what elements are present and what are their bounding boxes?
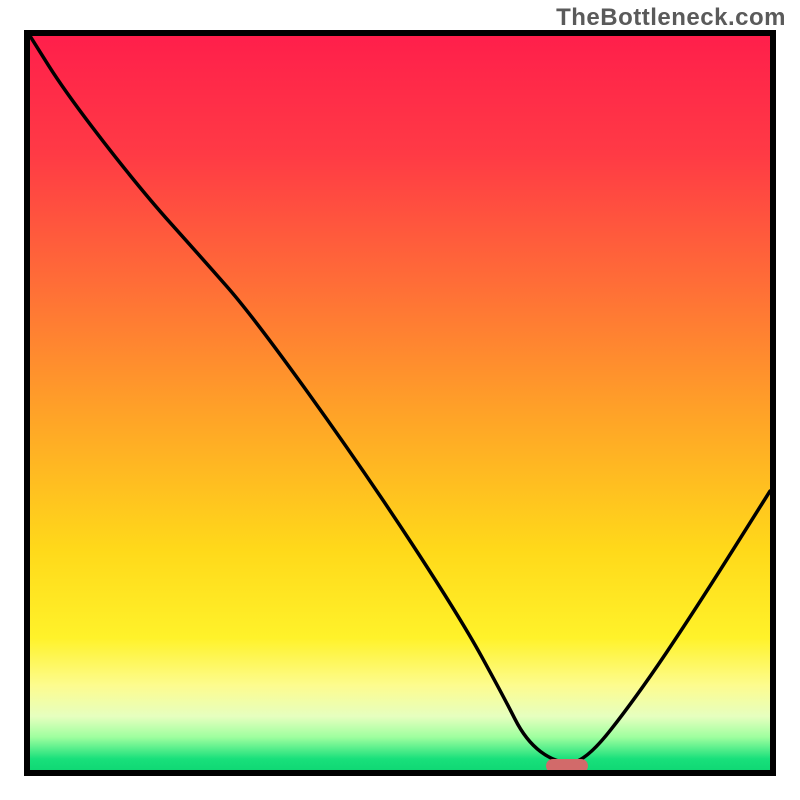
bottleneck-curve <box>30 36 770 770</box>
optimal-range-marker <box>546 759 588 773</box>
plot-frame <box>24 30 776 776</box>
chart-container: TheBottleneck.com <box>0 0 800 800</box>
watermark-text: TheBottleneck.com <box>556 4 786 32</box>
